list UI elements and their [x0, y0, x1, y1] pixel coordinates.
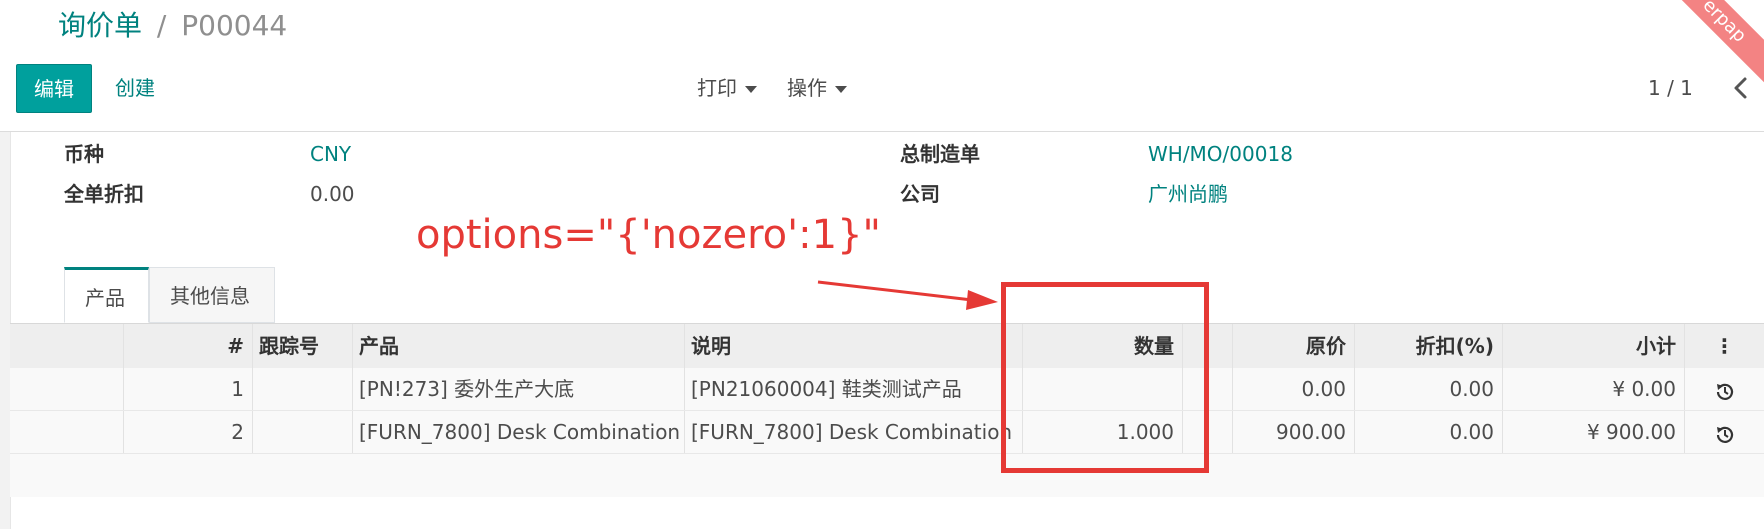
header-product[interactable]: 产品 [352, 324, 684, 368]
cell-description[interactable]: [PN21060004] 鞋类测试产品 [684, 368, 1022, 410]
order-discount-label: 全单折扣 [64, 182, 144, 206]
print-dropdown[interactable]: 打印 [697, 64, 757, 113]
column-options-icon[interactable]: ⋮ [1684, 324, 1764, 368]
annotation-text: options="{'nozero':1}" [416, 212, 881, 258]
header-price[interactable]: 原价 [1232, 324, 1354, 368]
action-dropdown[interactable]: 操作 [787, 64, 847, 113]
currency-label: 币种 [64, 142, 104, 166]
cell-description[interactable]: [FURN_7800] Desk Combination [684, 411, 1022, 453]
history-icon[interactable] [1715, 381, 1735, 401]
company-label: 公司 [900, 182, 940, 206]
cell-subtotal: ¥ 0.00 [1502, 368, 1684, 410]
row-handle [10, 411, 123, 453]
cell-price[interactable]: 900.00 [1232, 411, 1354, 453]
cell-no: 2 [123, 411, 252, 453]
caret-down-icon [835, 86, 847, 93]
row-handle [10, 368, 123, 410]
header-tracking[interactable]: 跟踪号 [252, 324, 352, 368]
cell-tracking[interactable] [252, 368, 352, 410]
row-action[interactable] [1684, 411, 1764, 453]
table-row[interactable]: 1 [PN!273] 委外生产大底 [PN21060004] 鞋类测试产品 0.… [10, 368, 1764, 411]
tab-other-info[interactable]: 其他信息 [149, 267, 275, 323]
manufacturing-order-value[interactable]: WH/MO/00018 [1148, 140, 1293, 168]
caret-down-icon [745, 86, 757, 93]
annotation-highlight-box [1001, 282, 1209, 473]
cell-no: 1 [123, 368, 252, 410]
breadcrumb-current: P00044 [181, 9, 288, 42]
header-description[interactable]: 说明 [684, 324, 1022, 368]
header-no[interactable]: # [123, 324, 252, 368]
header-handle [10, 324, 123, 368]
cell-product[interactable]: [PN!273] 委外生产大底 [352, 368, 684, 410]
company-value[interactable]: 广州尚鹏 [1148, 180, 1228, 208]
breadcrumb: 询价单 / P00044 [58, 6, 287, 46]
table-header-row: # 跟踪号 产品 说明 数量 原价 折扣(%) 小计 ⋮ [10, 323, 1764, 369]
cell-subtotal: ¥ 900.00 [1502, 411, 1684, 453]
edit-button[interactable]: 编辑 [16, 64, 92, 113]
header-subtotal[interactable]: 小计 [1502, 324, 1684, 368]
cell-discount[interactable]: 0.00 [1354, 411, 1502, 453]
breadcrumb-separator: / [156, 9, 167, 42]
table-row[interactable]: 2 [FURN_7800] Desk Combination [FURN_780… [10, 411, 1764, 454]
header-discount[interactable]: 折扣(%) [1354, 324, 1502, 368]
create-button[interactable]: 创建 [115, 64, 155, 113]
pager-value[interactable]: 1 / 1 [1648, 64, 1693, 113]
cell-discount[interactable]: 0.00 [1354, 368, 1502, 410]
currency-value[interactable]: CNY [310, 140, 351, 168]
order-discount-value: 0.00 [310, 182, 355, 206]
table-empty-row [10, 454, 1764, 497]
control-panel: 询价单 / P00044 编辑 创建 打印 操作 1 / 1 erpap [0, 0, 1764, 132]
chevron-left-icon[interactable] [1728, 74, 1754, 102]
manufacturing-order-label: 总制造单 [900, 142, 980, 166]
cell-product[interactable]: [FURN_7800] Desk Combination [352, 411, 684, 453]
breadcrumb-root-link[interactable]: 询价单 [58, 9, 142, 42]
cell-price[interactable]: 0.00 [1232, 368, 1354, 410]
row-action[interactable] [1684, 368, 1764, 410]
history-icon[interactable] [1715, 424, 1735, 444]
action-dropdown-label: 操作 [787, 76, 827, 100]
print-dropdown-label: 打印 [697, 76, 737, 100]
tab-products[interactable]: 产品 [64, 267, 149, 323]
cell-tracking[interactable] [252, 411, 352, 453]
